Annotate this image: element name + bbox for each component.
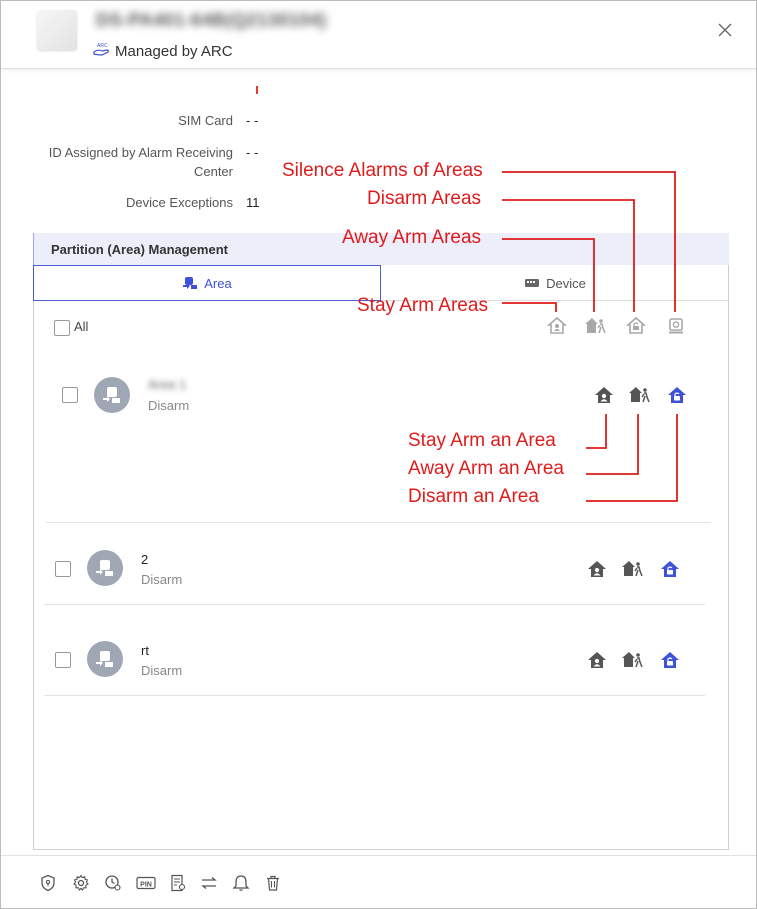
area-name: rt [141,643,149,658]
annotation-stay-arm-area: Stay Arm an Area [408,430,556,451]
area-name: Area 1 [148,377,187,392]
pin-icon[interactable]: PIN [136,874,156,892]
annotation-away-arm-area: Away Arm an Area [408,458,564,479]
tab-area-label: Area [204,275,232,291]
away-arm-areas-icon[interactable] [584,316,606,336]
arc-id-label: ID Assigned by Alarm Receiving Center [49,143,233,181]
away-arm-area-icon[interactable] [621,559,643,579]
dialog-header: DS-PA401-64B(Q2130104) ARC Managed by AR… [1,1,756,69]
away-arm-area-icon[interactable] [628,385,650,405]
bell-icon[interactable] [232,874,250,892]
sim-card-label: SIM Card [178,113,233,128]
stay-arm-area-icon[interactable] [593,385,615,405]
required-mark [256,86,258,94]
area-avatar-icon [96,651,113,667]
svg-text:ARC: ARC [97,43,108,49]
partition-title: Partition (Area) Management [51,242,228,257]
arc-id-value: - - [246,145,259,160]
stay-arm-area-icon[interactable] [586,650,608,670]
clock-settings-icon[interactable] [104,874,122,892]
area-status: Disarm [148,398,190,413]
annotation-disarm-areas: Disarm Areas [367,188,482,209]
select-all-checkbox[interactable] [54,320,70,336]
swap-icon[interactable] [200,874,218,892]
row-divider [44,695,705,696]
annotation-silence-alarms: Silence Alarms of Areas [282,160,483,181]
device-exceptions-value[interactable]: 11 [246,193,260,212]
area-avatar-icon [103,387,120,403]
shield-icon[interactable] [39,874,57,892]
area-name: 2 [141,552,149,567]
area-avatar-icon [96,560,113,576]
footer-toolbar: PIN [1,855,756,908]
row-divider [46,522,711,523]
row-divider [44,604,705,605]
area-status: Disarm [141,663,183,678]
disarm-area-icon[interactable] [659,559,681,579]
sim-card-value: - - [246,113,259,128]
managed-by-label: Managed by ARC [115,43,233,60]
trash-icon[interactable] [264,874,282,892]
device-exceptions-label: Device Exceptions [126,195,233,210]
arc-id-label-line1: ID Assigned by Alarm Receiving [48,145,233,160]
disarm-area-icon[interactable] [666,385,688,405]
disarm-area-icon[interactable] [659,650,681,670]
disarm-areas-icon[interactable] [625,316,647,336]
select-all-label: All [74,319,89,334]
area-avatar [87,641,123,677]
silence-alarms-icon[interactable] [665,316,687,336]
tab-area[interactable]: Area [33,265,381,301]
area-avatar [87,550,123,586]
close-icon[interactable] [716,21,734,39]
tab-device-label: Device [546,275,586,291]
annotation-stay-arm-areas: Stay Arm Areas [357,295,488,316]
certificate-icon[interactable] [169,874,187,892]
area-icon [183,277,198,289]
device-icon [525,279,540,287]
device-thumbnail [37,10,77,50]
area-avatar [94,377,130,413]
annotation-away-arm-areas: Away Arm Areas [342,227,482,248]
gear-icon[interactable] [72,874,90,892]
stay-arm-areas-icon[interactable] [546,316,568,336]
device-title: DS-PA401-64B(Q2130104) [96,10,327,30]
stay-arm-area-icon[interactable] [586,559,608,579]
arc-hand-icon: ARC [93,43,109,56]
away-arm-area-icon[interactable] [621,650,643,670]
svg-text:PIN: PIN [140,881,152,888]
arc-id-label-line2: Center [193,164,233,179]
area-status: Disarm [141,572,183,587]
annotation-disarm-area: Disarm an Area [408,486,539,507]
area-checkbox[interactable] [55,652,71,668]
area-checkbox[interactable] [55,561,71,577]
area-checkbox[interactable] [62,387,78,403]
